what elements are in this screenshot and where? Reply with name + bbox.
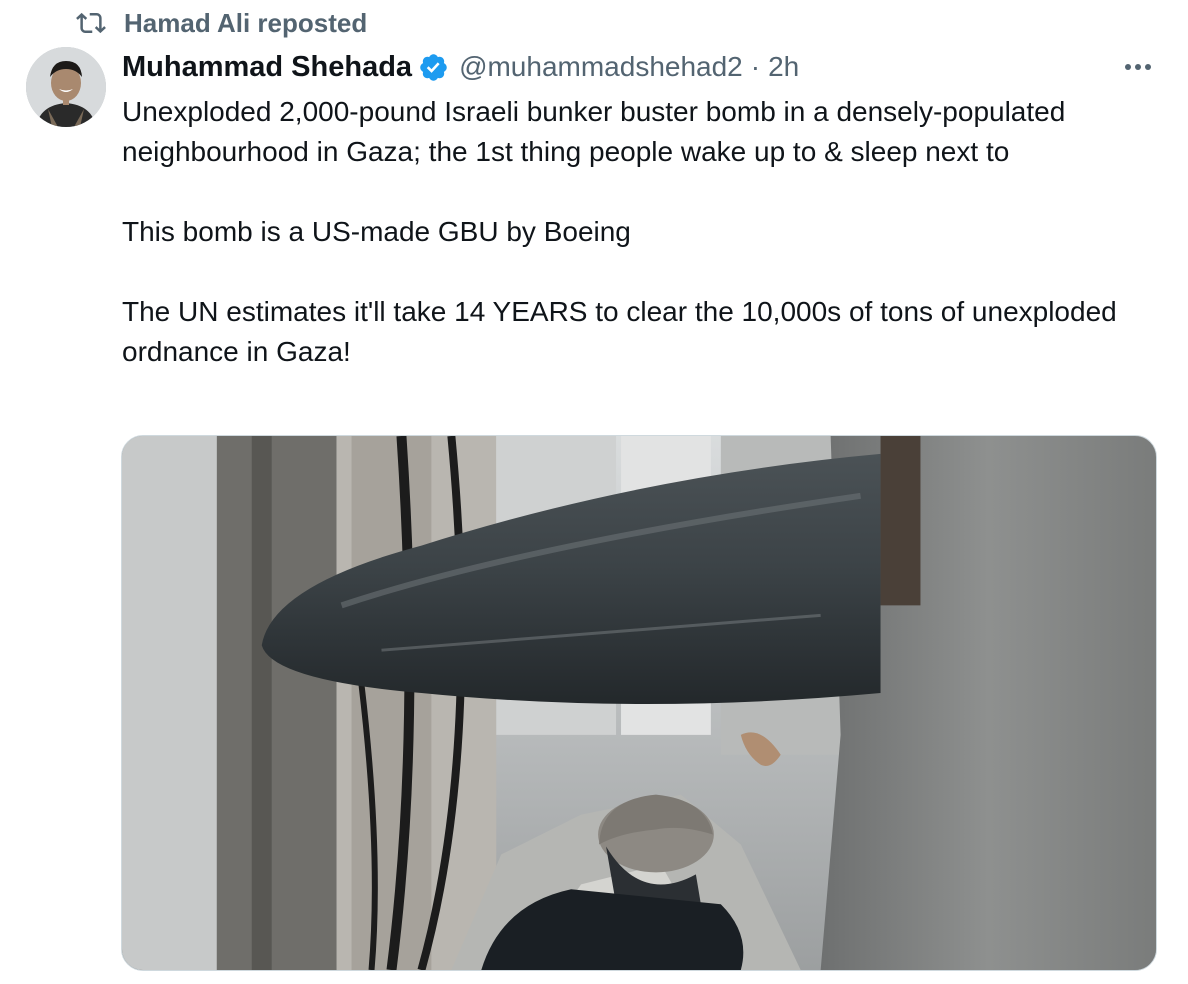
author-name[interactable]: Muhammad Shehada (122, 51, 412, 84)
more-horizontal-icon[interactable] (1118, 50, 1158, 84)
repost-label: Hamad Ali reposted (124, 7, 368, 38)
author-handle[interactable]: @muhammadshehad2 (459, 51, 743, 83)
repost-context[interactable]: Hamad Ali reposted (76, 6, 367, 40)
tweet-paragraph: The UN estimates it'll take 14 YEARS to … (122, 296, 1117, 367)
photo-image (122, 436, 1156, 970)
avatar-image (26, 47, 106, 127)
tweet-header: Muhammad Shehada @muhammadshehad2 · 2h (122, 46, 1158, 88)
separator-dot: · (750, 51, 761, 82)
tweet-text: Unexploded 2,000-pound Israeli bunker bu… (122, 92, 1152, 372)
tweet-photo[interactable] (121, 435, 1157, 971)
verified-badge-icon[interactable] (418, 52, 449, 83)
repost-icon (76, 12, 106, 34)
tweet-paragraph: This bomb is a US-made GBU by Boeing (122, 216, 631, 247)
tweet-timestamp[interactable]: 2h (768, 51, 799, 83)
tweet-paragraph: Unexploded 2,000-pound Israeli bunker bu… (122, 96, 1066, 167)
avatar[interactable] (26, 47, 106, 127)
